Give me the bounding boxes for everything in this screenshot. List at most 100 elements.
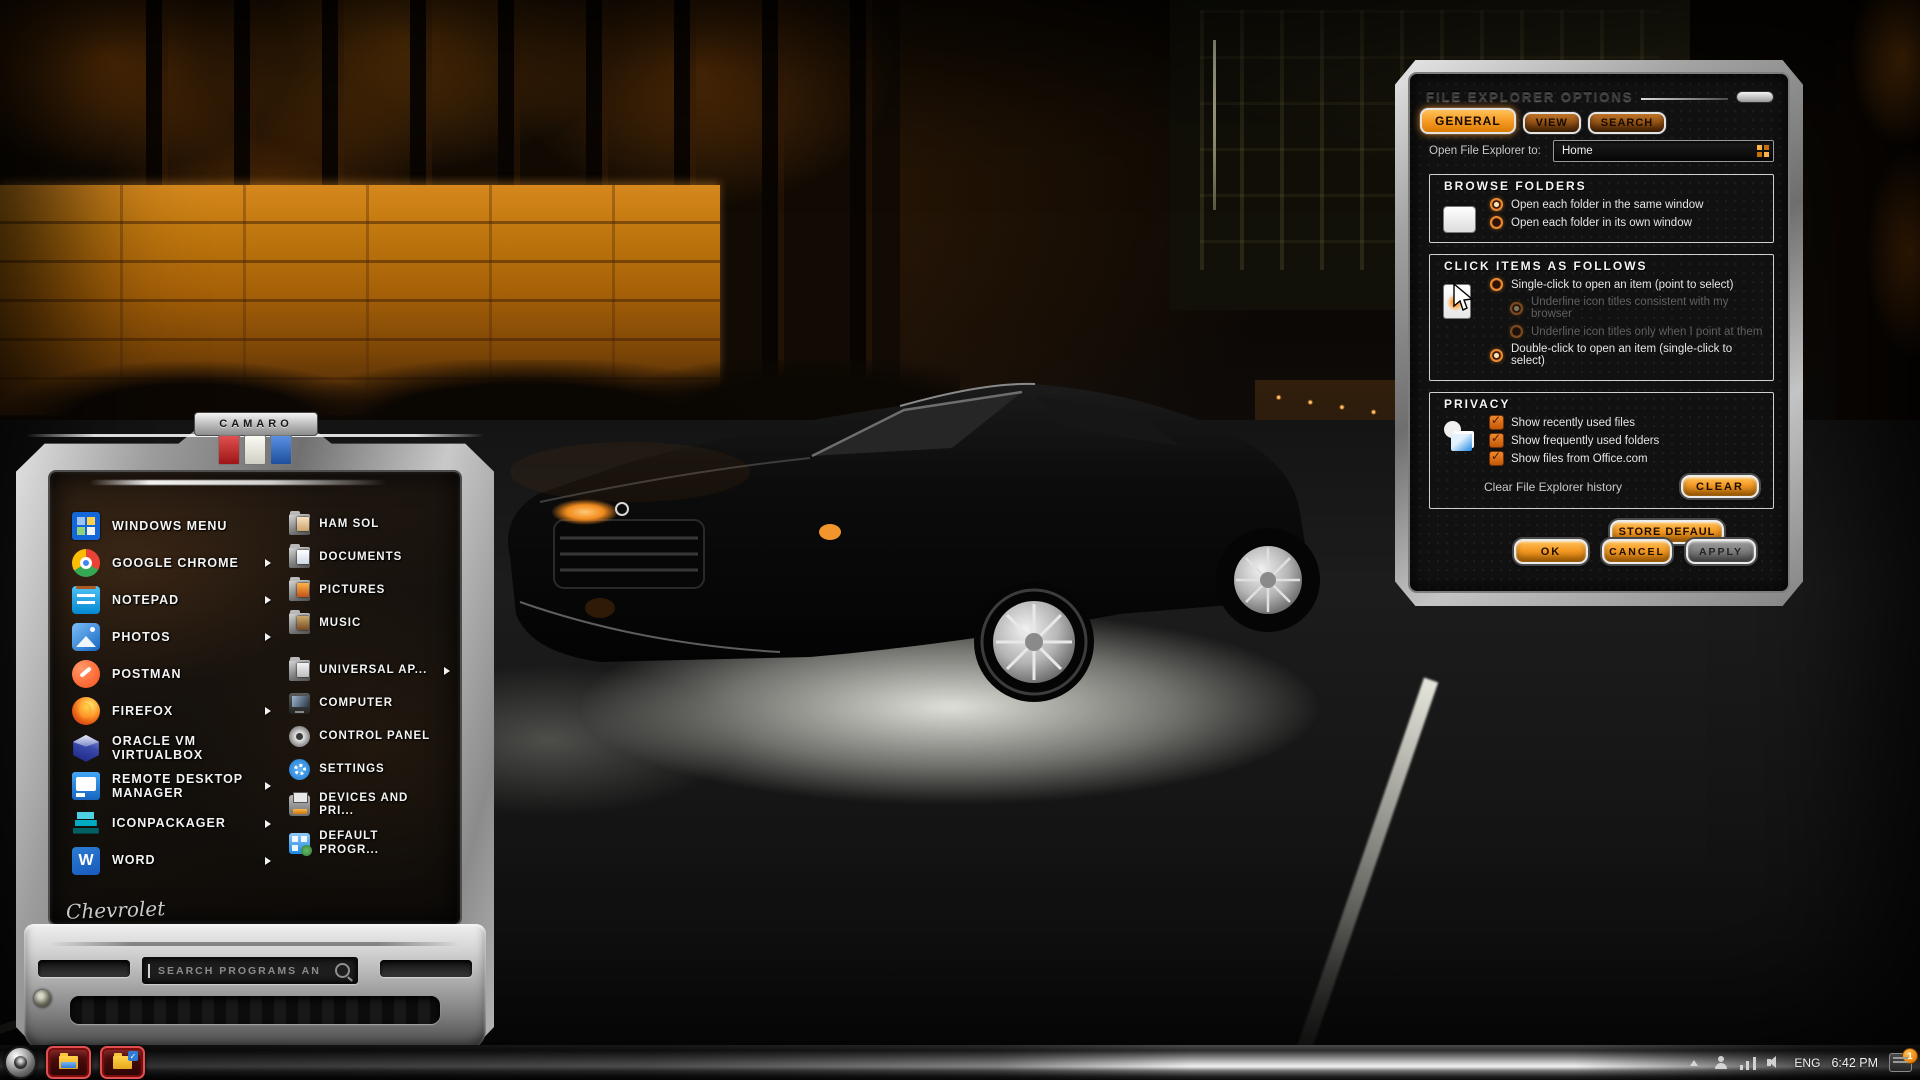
dialog-tab[interactable]: VIEW (1522, 112, 1581, 134)
camaro-badge-stripes (218, 435, 292, 465)
menu-item-label: CONTROL PANEL (319, 729, 431, 742)
apply-button[interactable]: APPLY (1686, 539, 1756, 564)
network-icon[interactable] (1740, 1055, 1757, 1070)
radio-icon[interactable] (1490, 198, 1503, 211)
start-menu-item[interactable]: FIREFOX (72, 697, 272, 725)
bumper-crease (50, 942, 460, 946)
start-menu-item[interactable]: HAM SOL (289, 511, 450, 535)
grille (70, 996, 440, 1024)
language-indicator[interactable]: ENG (1794, 1056, 1820, 1070)
ok-button[interactable]: OK (1514, 539, 1588, 564)
start-menu-item[interactable]: GOOGLE CHROME (72, 549, 272, 577)
start-menu-right-column: HAM SOL DOCUMENTS PICTURES MUSIC UNIVERS… (289, 511, 450, 894)
search-icon (335, 963, 350, 978)
start-menu-item[interactable]: DOCUMENTS (289, 544, 450, 568)
user-tray-icon[interactable] (1713, 1055, 1729, 1070)
control-panel-icon (289, 726, 311, 747)
close-button[interactable] (1736, 91, 1774, 103)
dialog-tab[interactable]: SEARCH (1587, 112, 1667, 134)
radio-option[interactable]: Underline icon titles consistent with my… (1510, 296, 1765, 320)
radio-label: Underline icon titles consistent with my… (1531, 296, 1729, 320)
radio-option[interactable]: Underline icon titles only when I point … (1510, 325, 1765, 338)
start-menu-item[interactable]: DEFAULT PROGR... (289, 830, 450, 857)
start-menu-item[interactable]: NOTEPAD (72, 586, 272, 614)
dialog-titlebar: FILE EXPLORER OPTIONS (1426, 84, 1774, 104)
start-menu-item[interactable]: REMOTE DESKTOP MANAGER (72, 772, 272, 801)
search-box[interactable] (142, 957, 358, 984)
radio-option[interactable]: Single-click to open an item (point to s… (1490, 278, 1765, 291)
checkbox-icon[interactable] (1490, 431, 1503, 447)
menu-item-label: FIREFOX (112, 703, 174, 718)
tray-expand-icon[interactable] (1686, 1055, 1702, 1070)
start-menu-item[interactable]: WINDOWS MENU (72, 512, 271, 540)
checkbox-option[interactable]: Show files from Office.com (1490, 449, 1765, 465)
menu-item-label: POSTMAN (112, 666, 182, 681)
group-title: BROWSE FOLDERS (1444, 179, 1587, 193)
search-input[interactable] (148, 963, 335, 978)
taskbar-app-folder-check[interactable]: ✓ (100, 1046, 145, 1079)
menu-item-label: DOCUMENTS (319, 550, 403, 563)
radio-icon[interactable] (1510, 301, 1523, 315)
start-menu-item[interactable]: CONTROL PANEL (289, 726, 450, 747)
devices-icon (289, 792, 311, 816)
store-default-label: STORE DEFAUL (1618, 526, 1716, 538)
camaro-car (507, 382, 1320, 702)
dialog-tabs: GENERAL VIEW SEARCH (1420, 108, 1667, 134)
firefox-icon (72, 697, 100, 725)
menu-item-label: ICONPACKAGER (112, 816, 226, 831)
folder-icon (59, 1053, 78, 1069)
title-divider (1641, 98, 1728, 100)
open-to-label: Open File Explorer to: (1429, 145, 1541, 157)
menu-item-label: WORD (112, 853, 156, 868)
checkbox-label: Show recently used files (1511, 416, 1636, 429)
clear-button[interactable]: CLEAR (1681, 475, 1759, 498)
checkbox-option[interactable]: Show frequently used folders (1490, 431, 1765, 447)
radio-icon[interactable] (1510, 325, 1523, 338)
chrome-icon (72, 549, 100, 577)
windows-menu-icon (72, 512, 100, 540)
radio-icon[interactable] (1490, 348, 1503, 362)
group-title: PRIVACY (1444, 397, 1511, 411)
start-button[interactable] (4, 1046, 37, 1079)
checkbox-icon[interactable] (1490, 413, 1503, 429)
radio-icon[interactable] (1490, 216, 1503, 229)
tab-label: GENERAL (1435, 114, 1501, 128)
submenu-arrow-icon (265, 819, 272, 828)
taskbar-app-explorer[interactable] (46, 1046, 91, 1079)
start-menu-item[interactable]: UNIVERSAL AP... (289, 657, 450, 681)
dialog-tab[interactable]: GENERAL (1420, 108, 1516, 134)
start-menu: CAMARO WINDOWS MENU GOOGLE CHROME NOTEPA… (16, 412, 494, 1052)
start-menu-item[interactable]: POSTMAN (72, 660, 271, 688)
click-items-group: CLICK ITEMS AS FOLLOWS Single-click to o… (1429, 254, 1774, 381)
iconpackager-icon (72, 809, 100, 838)
start-menu-item[interactable]: SETTINGS (289, 759, 450, 780)
radio-option[interactable]: Open each folder in the same window (1490, 198, 1765, 211)
photos-icon (72, 623, 100, 651)
start-menu-item[interactable]: ICONPACKAGER (72, 809, 272, 838)
submenu-arrow-icon (265, 633, 272, 641)
ok-label: OK (1540, 545, 1562, 558)
checkbox-option[interactable]: Show recently used files (1490, 413, 1765, 429)
start-menu-item[interactable]: WORD (72, 846, 272, 875)
radio-icon[interactable] (1490, 278, 1503, 291)
radio-option[interactable]: Double-click to open an item (single-cli… (1490, 343, 1765, 367)
clock[interactable]: 6:42 PM (1831, 1056, 1878, 1070)
folder-docs-icon (289, 544, 311, 568)
browse-folders-icon (1444, 207, 1475, 232)
notification-icon[interactable]: 1 (1889, 1048, 1918, 1072)
cancel-button[interactable]: CANCEL (1602, 539, 1672, 564)
volume-icon[interactable] (1767, 1055, 1783, 1070)
start-menu-item[interactable]: ORACLE VM VIRTUALBOX (72, 734, 271, 763)
checkbox-icon[interactable] (1490, 449, 1503, 465)
start-menu-item[interactable]: PHOTOS (72, 623, 272, 651)
open-to-dropdown[interactable]: Home (1553, 140, 1774, 162)
checkbox-label: Show frequently used folders (1511, 434, 1660, 447)
start-menu-item[interactable]: MUSIC (289, 610, 450, 634)
radio-option[interactable]: Open each folder in its own window (1490, 216, 1765, 229)
postman-icon (72, 660, 100, 688)
start-menu-item[interactable]: COMPUTER (289, 693, 450, 714)
menu-item-label: COMPUTER (319, 696, 393, 709)
start-menu-item[interactable]: PICTURES (289, 577, 450, 601)
cancel-label: CANCEL (1609, 545, 1665, 558)
start-menu-item[interactable]: DEVICES AND PRI... (289, 792, 450, 818)
